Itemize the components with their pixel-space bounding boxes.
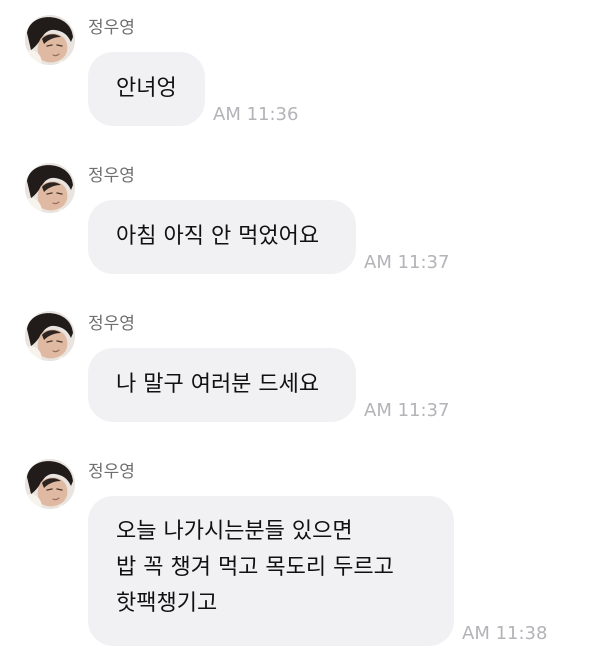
message-text: 안녀엉	[116, 76, 177, 101]
sender-name: 정우영	[88, 18, 135, 38]
message-bubble[interactable]: 오늘 나가시는분들 있으면 밥 꼭 챙겨 먹고 목도리 두르고 핫팩챙기고	[88, 496, 454, 646]
message-2: 정우영 아침 아직 안 먹었어요 AM 11:37	[0, 163, 590, 278]
avatar[interactable]	[25, 163, 75, 213]
message-3: 정우영 나 말구 여러분 드세요 AM 11:37	[0, 311, 590, 426]
message-timestamp: AM 11:37	[364, 252, 450, 273]
message-text: 아침 아직 안 먹었어요	[116, 224, 320, 249]
message-4: 정우영 오늘 나가시는분들 있으면 밥 꼭 챙겨 먹고 목도리 두르고 핫팩챙기…	[0, 459, 590, 654]
sender-name: 정우영	[88, 462, 135, 482]
message-timestamp: AM 11:36	[213, 104, 299, 125]
sender-name: 정우영	[88, 314, 135, 334]
sender-name: 정우영	[88, 166, 135, 186]
message-bubble[interactable]: 안녀엉	[88, 52, 205, 126]
message-text-line: 핫팩챙기고	[116, 591, 218, 616]
message-bubble[interactable]: 나 말구 여러분 드세요	[88, 348, 356, 422]
profile-photo-icon	[25, 459, 75, 509]
profile-photo-icon	[25, 15, 75, 65]
message-1: 정우영 안녀엉 AM 11:36	[0, 15, 590, 130]
avatar[interactable]	[25, 459, 75, 509]
message-text-line: 밥 꼭 챙겨 먹고 목도리 두르고	[116, 555, 394, 580]
profile-photo-icon	[25, 163, 75, 213]
message-text-line: 오늘 나가시는분들 있으면	[116, 519, 353, 544]
message-bubble[interactable]: 아침 아직 안 먹었어요	[88, 200, 356, 274]
avatar[interactable]	[25, 15, 75, 65]
message-timestamp: AM 11:38	[462, 623, 548, 644]
message-timestamp: AM 11:37	[364, 400, 450, 421]
profile-photo-icon	[25, 311, 75, 361]
avatar[interactable]	[25, 311, 75, 361]
message-text: 나 말구 여러분 드세요	[116, 372, 320, 397]
